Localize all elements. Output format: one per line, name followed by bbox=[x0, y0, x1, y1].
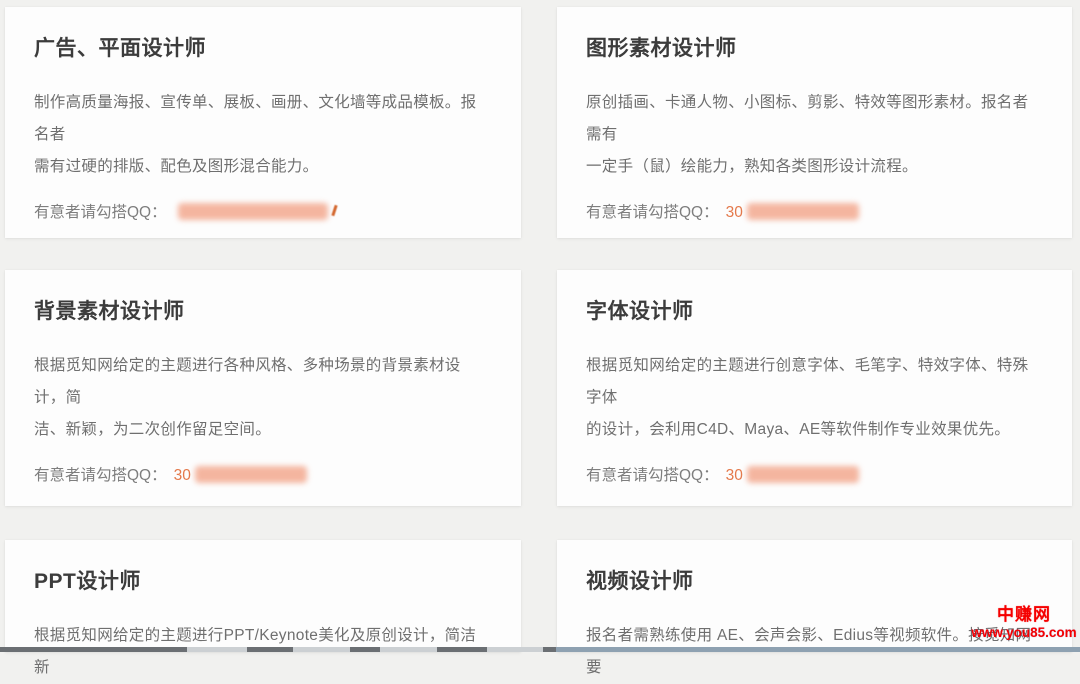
job-description-line: 一定手（鼠）绘能力，熟知各类图形设计流程。 bbox=[586, 151, 1042, 183]
contact-label: 有意者请勾搭QQ： bbox=[586, 467, 719, 484]
contact-label: 有意者请勾搭QQ： bbox=[34, 204, 167, 221]
contact-line: 有意者请勾搭QQ： 30 bbox=[586, 465, 1042, 487]
job-title: 字体设计师 bbox=[586, 298, 1042, 326]
bottom-edge-bar bbox=[0, 647, 1080, 652]
watermark-site-name: 中赚网 bbox=[968, 606, 1080, 625]
redaction-tick-mark bbox=[331, 205, 337, 216]
job-description-line: 根据觅知网给定的主题进行各种风格、多种场景的背景素材设计，简 bbox=[34, 350, 491, 414]
job-title: 背景素材设计师 bbox=[34, 298, 491, 326]
job-description: 根据觅知网给定的主题进行PPT/Keynote美化及原创设计，简洁新 bbox=[34, 620, 491, 684]
bottom-bar-light-segment bbox=[293, 647, 350, 652]
job-title: 视频设计师 bbox=[586, 568, 1042, 596]
bottom-bar-light-segment bbox=[380, 647, 437, 652]
job-description: 制作高质量海报、宣传单、展板、画册、文化墙等成品模板。报名者 需有过硬的排版、配… bbox=[34, 87, 491, 183]
qq-number-digits: 30 bbox=[174, 467, 191, 484]
qq-number-digits: 30 bbox=[726, 204, 743, 221]
job-title: 图形素材设计师 bbox=[586, 35, 1042, 63]
contact-label: 有意者请勾搭QQ： bbox=[586, 204, 719, 221]
watermark-site-url: www.you85.com bbox=[968, 626, 1080, 641]
qq-number-redacted-blur bbox=[178, 203, 328, 220]
bottom-edge-bar-right-segment bbox=[556, 647, 1080, 652]
bottom-bar-light-segment bbox=[487, 647, 543, 652]
job-card-graphic-asset-designer: 图形素材设计师 原创插画、卡通人物、小图标、剪影、特效等图形素材。报名者需有 一… bbox=[557, 7, 1072, 238]
job-title: PPT设计师 bbox=[34, 568, 491, 596]
job-description: 根据觅知网给定的主题进行创意字体、毛笔字、特效字体、特殊字体 的设计，会利用C4… bbox=[586, 350, 1042, 446]
qq-number-redacted-blur bbox=[195, 466, 307, 483]
job-card-background-asset-designer: 背景素材设计师 根据觅知网给定的主题进行各种风格、多种场景的背景素材设计，简 洁… bbox=[5, 270, 521, 506]
contact-line: 有意者请勾搭QQ： 30 bbox=[34, 465, 491, 487]
job-title: 广告、平面设计师 bbox=[34, 35, 491, 63]
site-watermark: 中赚网 www.you85.com bbox=[968, 606, 1080, 641]
qq-number-redacted-blur bbox=[747, 466, 859, 483]
bottom-edge-bar-left-segment bbox=[0, 647, 556, 652]
contact-line: 有意者请勾搭QQ： 30 bbox=[586, 202, 1042, 224]
job-description-line: 需有过硬的排版、配色及图形混合能力。 bbox=[34, 151, 491, 183]
job-description: 原创插画、卡通人物、小图标、剪影、特效等图形素材。报名者需有 一定手（鼠）绘能力… bbox=[586, 87, 1042, 183]
job-card-ppt-designer: PPT设计师 根据觅知网给定的主题进行PPT/Keynote美化及原创设计，简洁… bbox=[5, 540, 521, 652]
job-description-line: 制作高质量海报、宣传单、展板、画册、文化墙等成品模板。报名者 bbox=[34, 87, 491, 151]
contact-line: 有意者请勾搭QQ： bbox=[34, 202, 491, 224]
job-card-graphic-designer: 广告、平面设计师 制作高质量海报、宣传单、展板、画册、文化墙等成品模板。报名者 … bbox=[5, 7, 521, 238]
recruitment-page: { "colors": { "page_background": "#f1f1e… bbox=[0, 0, 1080, 652]
contact-label: 有意者请勾搭QQ： bbox=[34, 467, 167, 484]
bottom-bar-light-segment bbox=[187, 647, 247, 652]
qq-number-redacted-blur bbox=[747, 203, 859, 220]
qq-number-digits: 30 bbox=[726, 467, 743, 484]
job-description-line: 根据觅知网给定的主题进行创意字体、毛笔字、特效字体、特殊字体 bbox=[586, 350, 1042, 414]
job-description-line: 原创插画、卡通人物、小图标、剪影、特效等图形素材。报名者需有 bbox=[586, 87, 1042, 151]
job-description-line: 根据觅知网给定的主题进行PPT/Keynote美化及原创设计，简洁新 bbox=[34, 620, 491, 684]
job-card-font-designer: 字体设计师 根据觅知网给定的主题进行创意字体、毛笔字、特效字体、特殊字体 的设计… bbox=[557, 270, 1072, 506]
job-description: 根据觅知网给定的主题进行各种风格、多种场景的背景素材设计，简 洁、新颖，为二次创… bbox=[34, 350, 491, 446]
job-description-line: 洁、新颖，为二次创作留足空间。 bbox=[34, 414, 491, 446]
job-description-line: 的设计，会利用C4D、Maya、AE等软件制作专业效果优先。 bbox=[586, 414, 1042, 446]
